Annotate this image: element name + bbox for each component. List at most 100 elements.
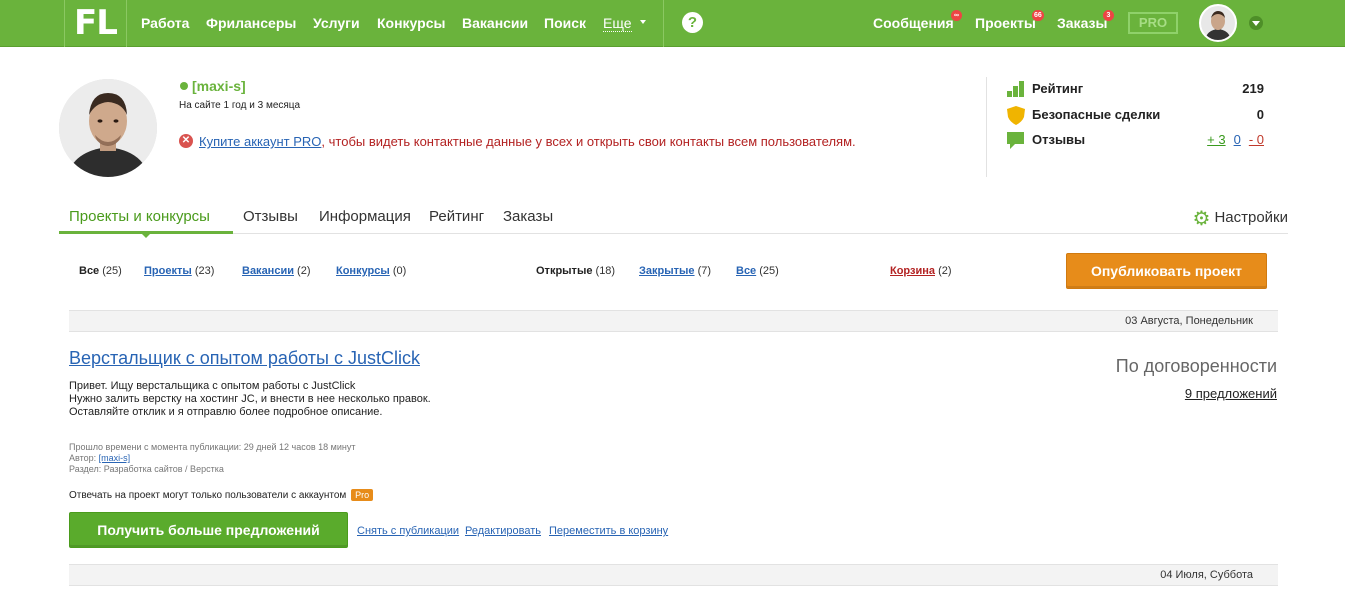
filter-trash-link[interactable]: Корзина (890, 265, 935, 277)
safe-deals-label: Безопасные сделки (1032, 107, 1161, 122)
filter-all-status: Все (25) (736, 265, 779, 277)
pro-button[interactable]: PRO (1128, 12, 1178, 34)
top-navbar: FL Работа Фрилансеры Услуги Конкурсы Вак… (0, 0, 1345, 47)
filter-all-label: Все (79, 265, 100, 277)
time-on-site: На сайте 1 год и 3 месяца (179, 100, 301, 111)
messages-badge: ∞ (951, 10, 962, 21)
rating-label: Рейтинг (1032, 81, 1084, 96)
project-description: Привет. Ищу верстальщика с опытом работы… (69, 380, 431, 419)
filter-closed-count: (7) (697, 265, 712, 277)
profile-username[interactable]: [maxi-s] (192, 78, 246, 94)
edit-link[interactable]: Редактировать (465, 525, 541, 537)
filter-open[interactable]: Открытые (18) (536, 265, 615, 277)
shield-icon (1007, 106, 1025, 125)
filter-closed: Закрытые (7) (639, 265, 711, 277)
section-line: Раздел: Разработка сайтов / Верстка (69, 464, 224, 474)
profile-photo-icon (59, 79, 157, 177)
rating-value: 219 (1242, 81, 1264, 96)
user-menu-chevron-icon[interactable] (1249, 16, 1263, 30)
nav-work[interactable]: Работа (141, 15, 189, 31)
settings-link[interactable]: ⚙ Настройки (1193, 206, 1289, 231)
unpublish-link[interactable]: Снять с публикации (357, 525, 459, 537)
nav-orders[interactable]: Заказы (1057, 15, 1107, 31)
help-icon[interactable]: ? (682, 12, 703, 33)
filter-contests-count: (0) (392, 265, 407, 277)
author-line: Автор: [maxi-s] (69, 453, 355, 464)
reviews-neutral-link[interactable]: 0 (1234, 132, 1241, 147)
filter-vacancies-count: (2) (297, 265, 311, 277)
date-label: 03 Августа, Понедельник (1125, 315, 1253, 327)
stat-safe-deals: Безопасные сделки 0 (1007, 105, 1267, 125)
nav-more[interactable]: Еще (603, 15, 632, 32)
orders-badge: 3 (1103, 10, 1114, 21)
elapsed-time: Прошло времени с момента публикации: 29 … (69, 442, 356, 452)
reviews-negative-link[interactable]: - 0 (1249, 132, 1264, 147)
filter-all-status-count: (25) (759, 265, 779, 277)
projects-badge: 66 (1032, 10, 1044, 21)
date-separator: 04 Июля, Суббота (69, 564, 1278, 586)
user-avatar[interactable] (1199, 4, 1237, 42)
rating-bars-icon (1007, 81, 1024, 97)
tab-info[interactable]: Информация (319, 208, 411, 225)
tab-reviews[interactable]: Отзывы (243, 208, 298, 225)
filter-open-count: (18) (595, 265, 616, 277)
project-desc-line: Привет. Ищу верстальщика с опытом работы… (69, 380, 356, 392)
buy-pro-link[interactable]: Купите аккаунт PRO (199, 134, 321, 149)
chevron-down-icon (640, 20, 646, 24)
filter-vacancies: Вакансии (2) (242, 265, 311, 277)
tab-orders[interactable]: Заказы (503, 208, 553, 225)
author-label: Автор: (69, 453, 97, 463)
nav-divider (663, 0, 664, 47)
project-title-link[interactable]: Верстальщик с опытом работы с JustClick (69, 348, 420, 369)
nav-contests[interactable]: Конкурсы (377, 15, 445, 31)
filter-all[interactable]: Все (25) (79, 265, 122, 277)
nav-search[interactable]: Поиск (544, 15, 586, 31)
filter-projects: Проекты (23) (144, 265, 214, 277)
avatar-face-icon (1201, 6, 1235, 40)
pro-only-notice: Отвечать на проект могут только пользова… (69, 489, 374, 501)
pro-badge: Pro (351, 489, 374, 501)
filter-projects-count: (23) (194, 265, 215, 277)
filter-closed-link[interactable]: Закрытые (639, 265, 695, 277)
filter-vacancies-link[interactable]: Вакансии (242, 265, 294, 277)
project-price: По договоренности (1115, 356, 1277, 376)
publish-project-button[interactable]: Опубликовать проект (1066, 253, 1267, 289)
project-desc-line: Оставляйте отклик и я отправлю более под… (69, 406, 383, 418)
reviews-values: + 3 0 - 0 (1207, 132, 1264, 147)
author-link[interactable]: [maxi-s] (99, 453, 131, 463)
nav-services[interactable]: Услуги (313, 15, 360, 31)
offers-link[interactable]: 9 предложений (1185, 386, 1277, 401)
safe-deals-value: 0 (1256, 107, 1264, 122)
filter-trash-count: (2) (938, 265, 952, 277)
settings-label: Настройки (1214, 209, 1288, 226)
online-status-icon (180, 82, 188, 90)
gear-icon: ⚙ (1192, 208, 1211, 230)
profile-avatar (59, 79, 157, 177)
fl-logo[interactable]: FL (64, 0, 127, 47)
nav-freelancers[interactable]: Фрилансеры (206, 15, 296, 31)
get-more-offers-button[interactable]: Получить больше предложений (69, 512, 348, 548)
nav-projects[interactable]: Проекты (975, 15, 1036, 31)
stats-divider (986, 77, 987, 177)
filter-all-count: (25) (102, 265, 122, 277)
warning-icon: ✕ (179, 134, 193, 148)
nav-messages[interactable]: Сообщения (873, 15, 954, 31)
filter-open-label: Открытые (536, 265, 593, 277)
move-to-trash-link[interactable]: Переместить в корзину (549, 525, 668, 537)
filter-contests-link[interactable]: Конкурсы (336, 265, 390, 277)
project-desc-line: Нужно залить верстку на хостинг JC, и вн… (69, 393, 431, 405)
tab-projects-contests[interactable]: Проекты и конкурсы (69, 208, 210, 225)
nav-vacancies[interactable]: Вакансии (462, 15, 528, 31)
pro-only-text: Отвечать на проект могут только пользова… (69, 490, 347, 501)
date-separator: 03 Августа, Понедельник (69, 310, 1278, 332)
reviews-positive-link[interactable]: + 3 (1207, 132, 1225, 147)
project-meta: Прошло времени с момента публикации: 29 … (69, 442, 355, 475)
filter-all-status-link[interactable]: Все (736, 265, 756, 277)
filter-contests: Конкурсы (0) (336, 265, 406, 277)
profile-tabs: Проекты и конкурсы Отзывы Информация Рей… (59, 200, 1289, 238)
filter-projects-link[interactable]: Проекты (144, 265, 192, 277)
tab-rating[interactable]: Рейтинг (429, 208, 484, 225)
reviews-label: Отзывы (1032, 132, 1086, 147)
pro-warning: Купите аккаунт PRO, чтобы видеть контакт… (199, 134, 856, 149)
speech-bubble-icon (1007, 132, 1024, 149)
